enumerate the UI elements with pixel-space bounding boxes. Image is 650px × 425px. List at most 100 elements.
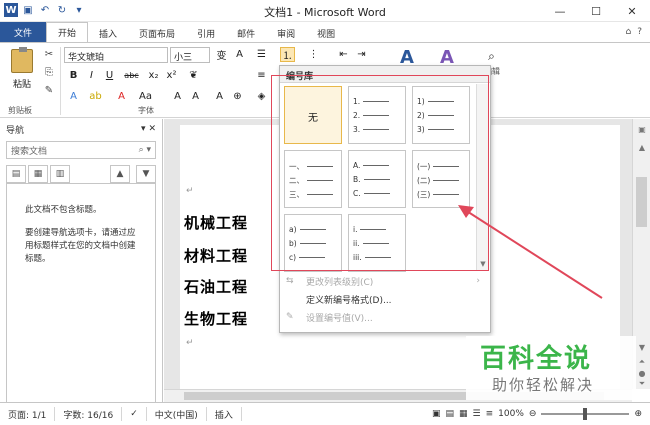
numbering-option[interactable]: (一) (二) (三) — [412, 150, 470, 208]
maximize-button[interactable]: ☐ — [578, 0, 614, 22]
font-size-box[interactable]: 小三 — [170, 47, 210, 63]
zoom-out-icon[interactable]: ⊖ — [529, 409, 537, 419]
nav-next-icon[interactable]: ▼ — [136, 165, 156, 183]
shading-icon[interactable]: ◈ — [254, 89, 269, 104]
bullets-icon[interactable]: ☰ — [254, 47, 269, 62]
page-count[interactable]: 页面: 1/1 — [0, 407, 56, 421]
tab-file[interactable]: 文件 — [0, 22, 47, 42]
nav-prev-icon[interactable]: ▲ — [110, 165, 130, 183]
zoom-in-icon[interactable]: ⊕ — [634, 409, 642, 419]
nav-results-tab-icon[interactable]: ▥ — [50, 165, 70, 183]
cut-icon[interactable]: ✂ — [42, 47, 56, 61]
tab-view[interactable]: 视图 — [306, 24, 346, 42]
numbering-none-label: 无 — [308, 113, 318, 124]
numbering-option[interactable]: A. B. C. — [348, 150, 406, 208]
char-shading-icon[interactable]: A — [212, 89, 227, 104]
nav-options-icon[interactable]: ▾ — [141, 124, 146, 134]
zoom-level[interactable]: 100% — [498, 409, 524, 419]
text-effects-icon[interactable]: A — [66, 89, 81, 104]
change-case-icon[interactable]: 变 — [214, 47, 229, 62]
web-layout-icon[interactable]: ▦ — [459, 409, 468, 419]
clipboard-group-label: 剪贴板 — [8, 106, 32, 115]
strikethrough-button[interactable]: abc — [124, 68, 139, 83]
decrease-indent-icon[interactable]: ⇤ — [336, 47, 351, 62]
menu-item-label: 设置编号值(V)... — [306, 313, 373, 324]
numbering-option[interactable]: a) b) c) — [284, 214, 342, 272]
full-screen-reading-icon[interactable]: ▤ — [446, 409, 455, 419]
nav-search-input[interactable]: 搜索文档 ⌕ ▾ — [6, 141, 156, 159]
numbering-option[interactable]: 1. 2. 3. — [348, 86, 406, 144]
doc-line[interactable]: 石油工程 — [184, 276, 248, 297]
navigation-pane: 导航 ▾ ✕ 搜索文档 ⌕ ▾ ▤ ▦ ▥ ▲ ▼ 此文档不包含标题。 要创建导… — [0, 119, 163, 403]
numbering-icon[interactable]: ⒈ — [280, 47, 295, 62]
change-list-level-item[interactable]: ⇆ 更改列表级别(C) › — [280, 272, 490, 290]
format-painter-icon[interactable]: ✎ — [42, 83, 56, 97]
tab-references[interactable]: 引用 — [186, 24, 226, 42]
nav-close-icon[interactable]: ✕ — [148, 124, 156, 134]
tab-mailings[interactable]: 邮件 — [226, 24, 266, 42]
doc-line[interactable]: 生物工程 — [184, 308, 248, 329]
font-case-icon[interactable]: Aa — [138, 89, 153, 104]
tab-review[interactable]: 审阅 — [266, 24, 306, 42]
number-label: C. — [353, 189, 361, 198]
increase-indent-icon[interactable]: ⇥ — [354, 47, 369, 62]
numbering-option[interactable]: 1) 2) 3) — [412, 86, 470, 144]
align-left-icon[interactable]: ≡ — [254, 68, 269, 83]
grow-font-icon[interactable]: A — [170, 89, 185, 104]
numbering-option[interactable]: 一、 二、 三、 — [284, 150, 342, 208]
search-icon[interactable]: ⌕ ▾ — [139, 145, 151, 155]
nav-pages-tab-icon[interactable]: ▦ — [28, 165, 48, 183]
tab-page-layout[interactable]: 页面布局 — [128, 24, 186, 42]
word-count[interactable]: 字数: 16/16 — [55, 407, 123, 421]
insert-mode[interactable]: 插入 — [207, 407, 242, 421]
scroll-up-icon[interactable]: ▲ — [633, 143, 650, 152]
shrink-font-icon[interactable]: A — [188, 89, 203, 104]
doc-line[interactable]: 材料工程 — [184, 245, 248, 266]
draft-view-icon[interactable]: ≡ — [486, 409, 494, 419]
doc-line[interactable]: 机械工程 — [184, 212, 248, 233]
number-label: 三、 — [289, 190, 304, 199]
numbering-scrollbar[interactable]: ▼ — [476, 84, 489, 270]
ruler-toggle-icon[interactable]: ▣ — [633, 125, 650, 134]
multilevel-list-icon[interactable]: ⋮ — [306, 47, 321, 62]
help-icon[interactable]: ? — [637, 27, 642, 37]
phonetic-guide-icon[interactable]: ❦ — [186, 68, 201, 83]
font-color-icon[interactable]: A — [114, 89, 129, 104]
numbering-none-option[interactable]: 无 — [284, 86, 342, 144]
number-label: 一、 — [289, 162, 304, 171]
nav-empty-hint: 要创建导航选项卡，请通过应用标题样式在您的文档中创建标题。 — [25, 228, 136, 264]
find-icon[interactable]: ⌕ — [484, 49, 499, 64]
scroll-down-icon[interactable]: ▼ — [477, 260, 489, 270]
subscript-button[interactable]: x₂ — [146, 68, 161, 83]
copy-icon[interactable]: ⎘ — [42, 65, 56, 79]
paste-label: 粘贴 — [12, 80, 31, 90]
outline-view-icon[interactable]: ☰ — [473, 409, 481, 419]
italic-button[interactable]: I — [84, 68, 99, 83]
underline-button[interactable]: U — [102, 68, 117, 83]
numbering-option[interactable]: i. ii. iii. — [348, 214, 406, 272]
nav-headings-tab-icon[interactable]: ▤ — [6, 165, 26, 183]
define-new-format-item[interactable]: 定义新编号格式(D)... — [280, 290, 490, 308]
number-label: b) — [289, 239, 297, 248]
superscript-button[interactable]: x² — [164, 68, 179, 83]
language-indicator[interactable]: 中文(中国) — [147, 407, 207, 421]
tab-home[interactable]: 开始 — [46, 22, 89, 42]
print-layout-icon[interactable]: ▣ — [432, 409, 441, 419]
set-numbering-value-item[interactable]: ✎ 设置编号值(V)... — [280, 308, 490, 326]
bold-button[interactable]: B — [66, 68, 81, 83]
enclose-char-icon[interactable]: ⊕ — [230, 89, 245, 104]
ribbon-collapse-icon[interactable]: ⌂ — [626, 27, 632, 37]
proofing-icon[interactable]: ✓ — [122, 407, 147, 421]
vertical-scroll-thumb[interactable] — [636, 177, 647, 227]
paragraph-mark: ↵ — [186, 338, 194, 348]
paste-button[interactable]: 粘贴 — [6, 47, 38, 93]
minimize-button[interactable]: — — [542, 0, 578, 22]
close-button[interactable]: ✕ — [614, 0, 650, 22]
zoom-slider[interactable] — [541, 408, 630, 420]
number-label: (二) — [417, 176, 431, 185]
tab-insert[interactable]: 插入 — [88, 24, 128, 42]
highlight-color-icon[interactable]: ab — [88, 89, 103, 104]
clear-format-icon[interactable]: A — [232, 47, 247, 62]
number-label: 3. — [353, 125, 361, 134]
font-name-box[interactable]: 华文琥珀 — [64, 47, 168, 63]
